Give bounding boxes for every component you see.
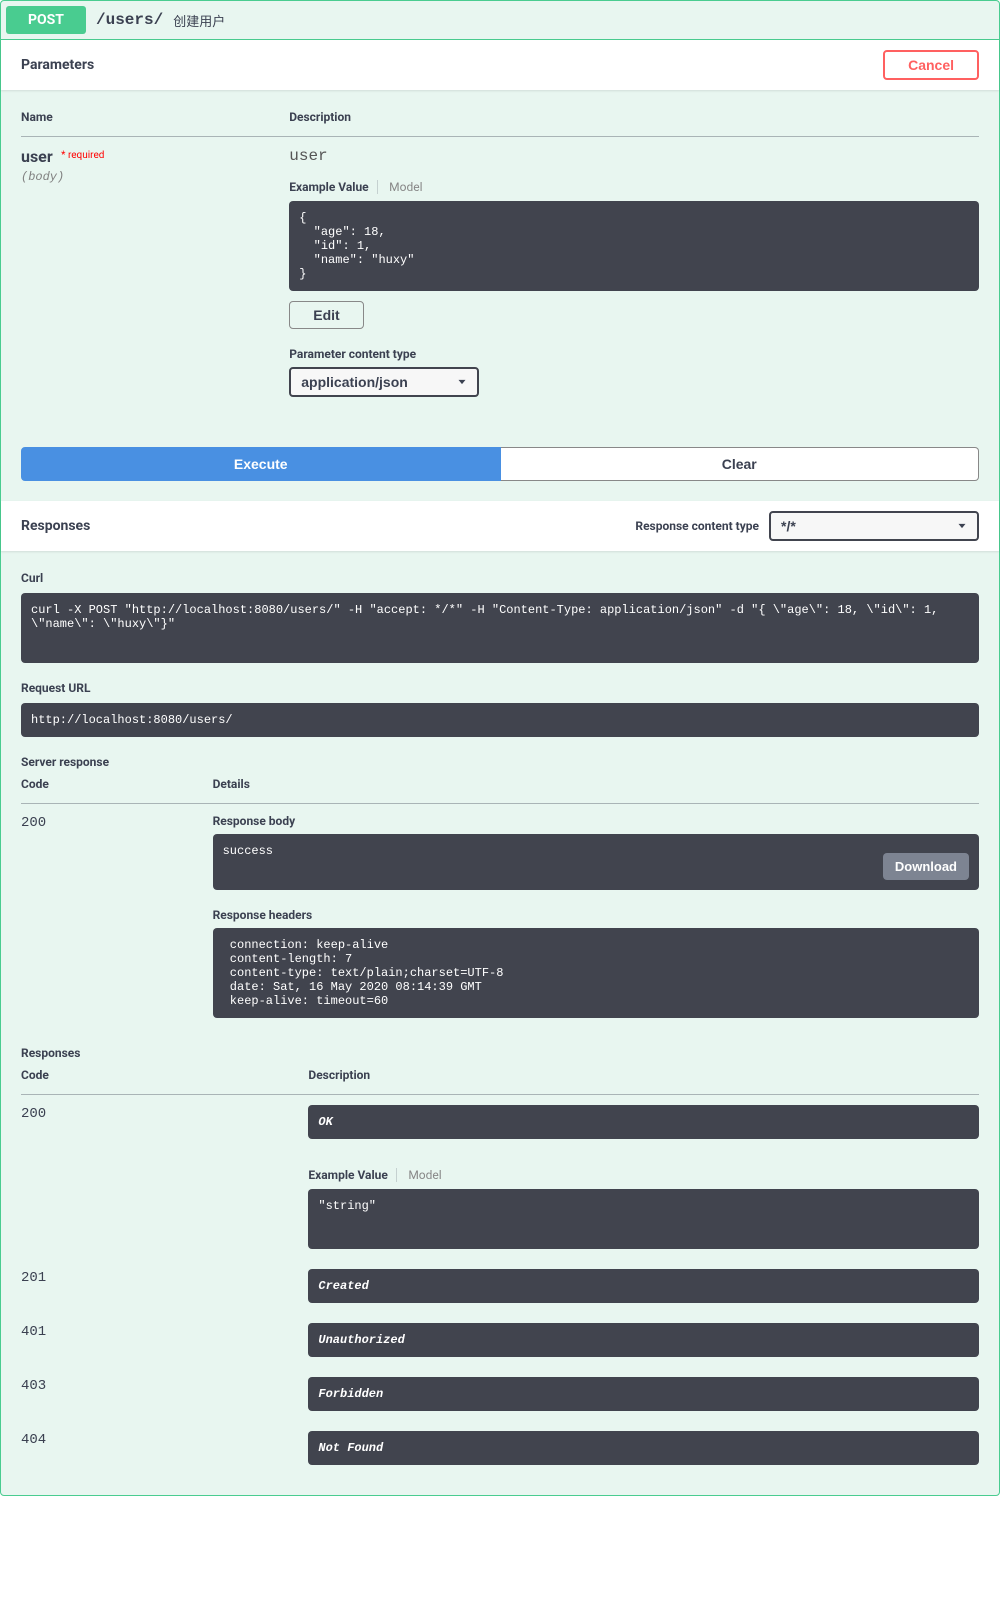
- cancel-button[interactable]: Cancel: [883, 50, 979, 80]
- documented-responses-title: Responses: [21, 1046, 979, 1060]
- param-name: user: [21, 147, 53, 166]
- response-body-title: Response body: [213, 814, 979, 828]
- param-name-cell: user * required (body): [21, 137, 289, 408]
- param-content-type-select-wrap: application/json: [289, 367, 479, 397]
- curl-command[interactable]: curl -X POST "http://localhost:8080/user…: [21, 593, 979, 663]
- docresp-row-401: 401 Unauthorized: [21, 1313, 979, 1367]
- endpoint-summary: 创建用户: [173, 11, 225, 30]
- server-response-code: 200: [21, 815, 46, 831]
- docresp-description: Created: [308, 1269, 979, 1303]
- parameters-body: Name Description user * required (body) …: [1, 90, 999, 427]
- server-response-col-details: Details: [213, 777, 979, 804]
- documented-responses-table: Code Description 200 OK Example Value Mo…: [21, 1068, 979, 1475]
- param-tabs: Example Value Model: [289, 179, 979, 195]
- server-response-title: Server response: [21, 755, 979, 769]
- docresp-row-200: 200 OK Example Value Model "string": [21, 1095, 979, 1260]
- docresp-code: 404: [21, 1432, 46, 1448]
- response-content-type-row: Response content type */*: [635, 511, 979, 541]
- responses-title: Responses: [21, 518, 90, 534]
- tab-example-value[interactable]: Example Value: [289, 180, 377, 194]
- param-description: user: [289, 147, 979, 165]
- docresp-description: Unauthorized: [308, 1323, 979, 1357]
- response-content-type-label: Response content type: [635, 519, 759, 533]
- docresp-code: 201: [21, 1270, 46, 1286]
- docresp-code: 403: [21, 1378, 46, 1394]
- param-col-description: Description: [289, 110, 979, 137]
- docresp-description: Not Found: [308, 1431, 979, 1465]
- execute-button[interactable]: Execute: [21, 447, 501, 481]
- operation-block: POST /users/ 创建用户 Parameters Cancel Name…: [0, 0, 1000, 1496]
- download-button[interactable]: Download: [883, 853, 969, 880]
- docresp-tabs: Example Value Model: [308, 1167, 979, 1183]
- operation-summary[interactable]: POST /users/ 创建用户: [1, 1, 999, 40]
- docresp-example[interactable]: "string": [308, 1189, 979, 1249]
- param-in: (body): [21, 170, 289, 184]
- docresp-code: 200: [21, 1106, 46, 1122]
- param-col-name: Name: [21, 110, 289, 137]
- response-content-type-select[interactable]: */*: [769, 511, 979, 541]
- response-headers[interactable]: connection: keep-alive content-length: 7…: [213, 928, 979, 1018]
- response-body[interactable]: success: [213, 834, 979, 890]
- http-method-badge: POST: [6, 6, 86, 34]
- docresp-row-404: 404 Not Found: [21, 1421, 979, 1475]
- docresp-code: 401: [21, 1324, 46, 1340]
- endpoint-path: /users/: [96, 11, 163, 29]
- param-content-type-label: Parameter content type: [289, 347, 979, 361]
- request-url-title: Request URL: [21, 681, 979, 695]
- server-response-col-code: Code: [21, 777, 213, 804]
- server-response-row: 200 Response body success Download Respo…: [21, 804, 979, 1029]
- response-content-type-select-wrap: */*: [769, 511, 979, 541]
- response-headers-title: Response headers: [213, 908, 979, 922]
- clear-button[interactable]: Clear: [501, 447, 980, 481]
- curl-title: Curl: [21, 571, 979, 585]
- responses-inner: Curl curl -X POST "http://localhost:8080…: [1, 551, 999, 1495]
- tab-example-value[interactable]: Example Value: [308, 1168, 396, 1182]
- tab-model[interactable]: Model: [400, 1168, 441, 1182]
- param-example-json[interactable]: { "age": 18, "id": 1, "name": "huxy" }: [289, 201, 979, 291]
- docresp-description: OK: [308, 1105, 979, 1139]
- edit-button[interactable]: Edit: [289, 301, 363, 329]
- param-row: user * required (body) user Example Valu…: [21, 137, 979, 408]
- param-required-flag: * required: [56, 150, 104, 161]
- response-body-block: success Download: [213, 834, 979, 890]
- parameters-title: Parameters: [21, 57, 94, 73]
- tab-model[interactable]: Model: [381, 180, 422, 194]
- action-buttons-row: Execute Clear: [1, 427, 999, 501]
- responses-header: Responses Response content type */*: [1, 501, 999, 551]
- param-content-type-select[interactable]: application/json: [289, 367, 479, 397]
- docresp-col-description: Description: [308, 1068, 979, 1095]
- parameters-table: Name Description user * required (body) …: [21, 110, 979, 407]
- docresp-col-code: Code: [21, 1068, 308, 1095]
- request-url[interactable]: http://localhost:8080/users/: [21, 703, 979, 737]
- server-response-table: Code Details 200 Response body success D…: [21, 777, 979, 1028]
- docresp-description: Forbidden: [308, 1377, 979, 1411]
- parameters-header: Parameters Cancel: [1, 40, 999, 90]
- docresp-row-403: 403 Forbidden: [21, 1367, 979, 1421]
- param-desc-cell: user Example Value Model { "age": 18, "i…: [289, 137, 979, 408]
- docresp-row-201: 201 Created: [21, 1259, 979, 1313]
